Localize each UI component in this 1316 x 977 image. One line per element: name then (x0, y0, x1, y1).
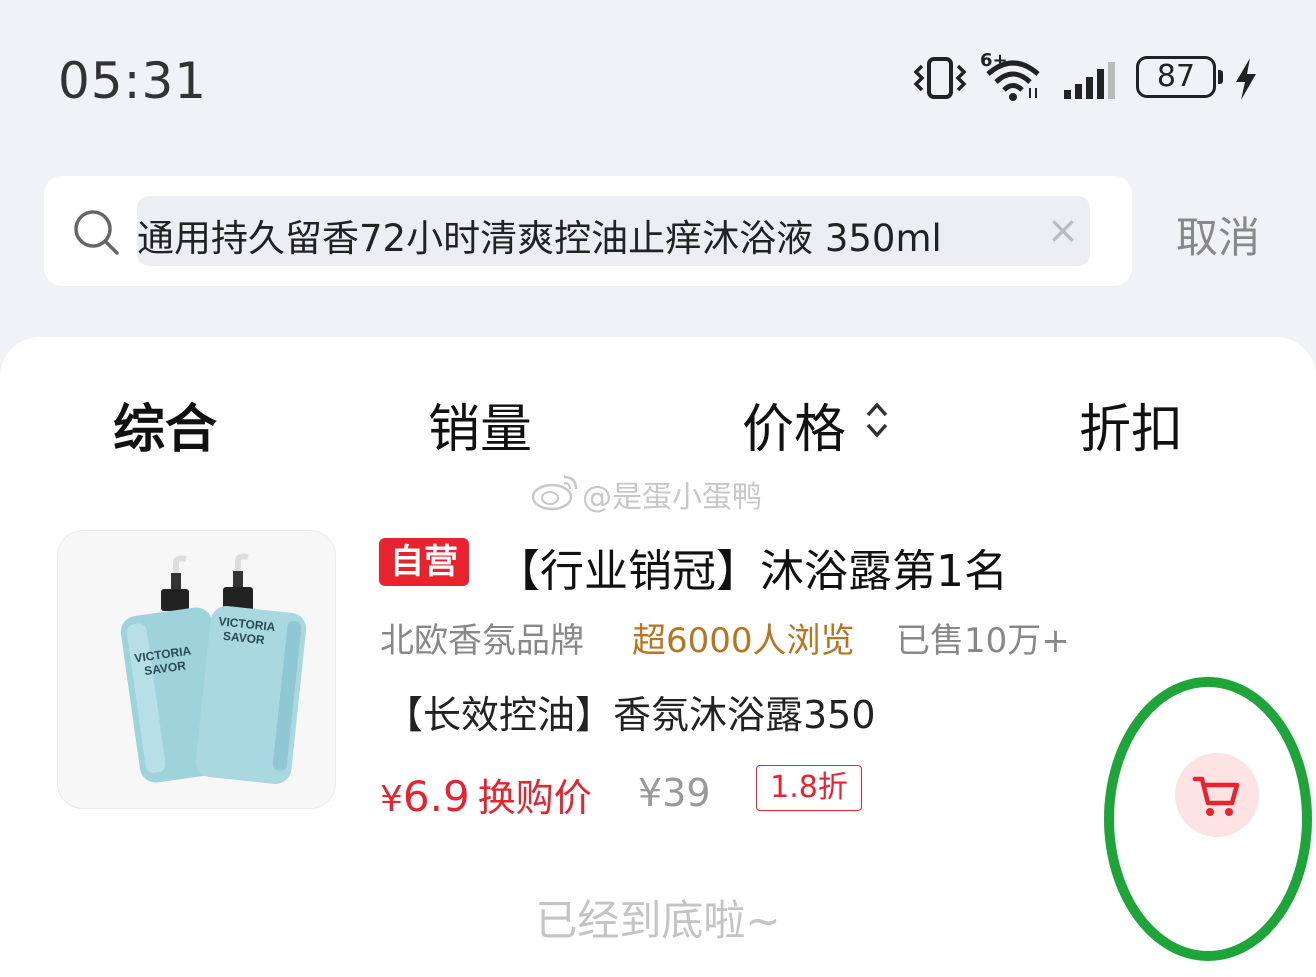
results-panel: 综合 销量 价格 折扣 @是蛋小蛋鸭 VICTORIA SAVOR VICTOR… (0, 337, 1316, 977)
vibrate-icon (913, 57, 967, 99)
discount-tag: 1.8折 (756, 765, 862, 811)
tab-discount[interactable]: 折扣 (1079, 387, 1183, 462)
search-query-chip[interactable]: 通用持久留香72小时清爽控油止痒沐浴液 350ml × (137, 196, 1090, 266)
price-value: 6.9 (402, 772, 470, 821)
tab-comprehensive[interactable]: 综合 (113, 387, 217, 462)
weibo-logo-icon (531, 475, 578, 511)
signal-icon (1064, 62, 1115, 99)
search-query-text[interactable]: 通用持久留香72小时清爽控油止痒沐浴液 350ml (137, 208, 942, 262)
product-bottles-image: VICTORIA SAVOR VICTORIA SAVOR (120, 553, 307, 784)
wifi-icon (986, 60, 1040, 101)
search-icon (74, 210, 119, 255)
cancel-button[interactable]: 取消 (1176, 204, 1260, 265)
charging-icon (1236, 58, 1256, 100)
sort-icon[interactable] (863, 399, 891, 441)
product-sold-count: 已售10万+ (896, 621, 1070, 661)
product-title[interactable]: 【行业销冠】沐浴露第1名 (496, 535, 1008, 599)
battery-icon: 87 (1136, 56, 1223, 98)
product-brand: 北欧香氛品牌 (380, 621, 584, 661)
tab-sales[interactable]: 销量 (428, 387, 532, 462)
self-operated-badge: 自营 (379, 538, 469, 586)
add-to-cart-button[interactable] (1175, 753, 1259, 837)
cart-icon (1192, 776, 1240, 816)
original-price: ¥39 (638, 771, 711, 815)
end-of-list-text: 已经到底啦~ (535, 896, 781, 945)
product-image[interactable]: VICTORIA SAVOR VICTORIA SAVOR (57, 530, 336, 809)
product-subtitle[interactable]: 【长效控油】香氛沐浴露350 (385, 684, 876, 739)
search-bar[interactable]: 通用持久留香72小时清爽控油止痒沐浴液 350ml × (44, 176, 1132, 286)
status-time: 05:31 (58, 52, 208, 110)
tab-price[interactable]: 价格 (742, 387, 846, 462)
watermark-text: @是蛋小蛋鸭 (582, 480, 762, 515)
price-currency: ¥ (380, 779, 403, 820)
product-views: 超6000人浏览 (632, 621, 855, 661)
status-bar: 05:31 6+ 87 (0, 0, 1316, 160)
price-label: 换购价 (477, 776, 592, 820)
clear-icon[interactable]: × (1047, 206, 1079, 254)
product-price: ¥6.9 换购价 (380, 767, 592, 822)
